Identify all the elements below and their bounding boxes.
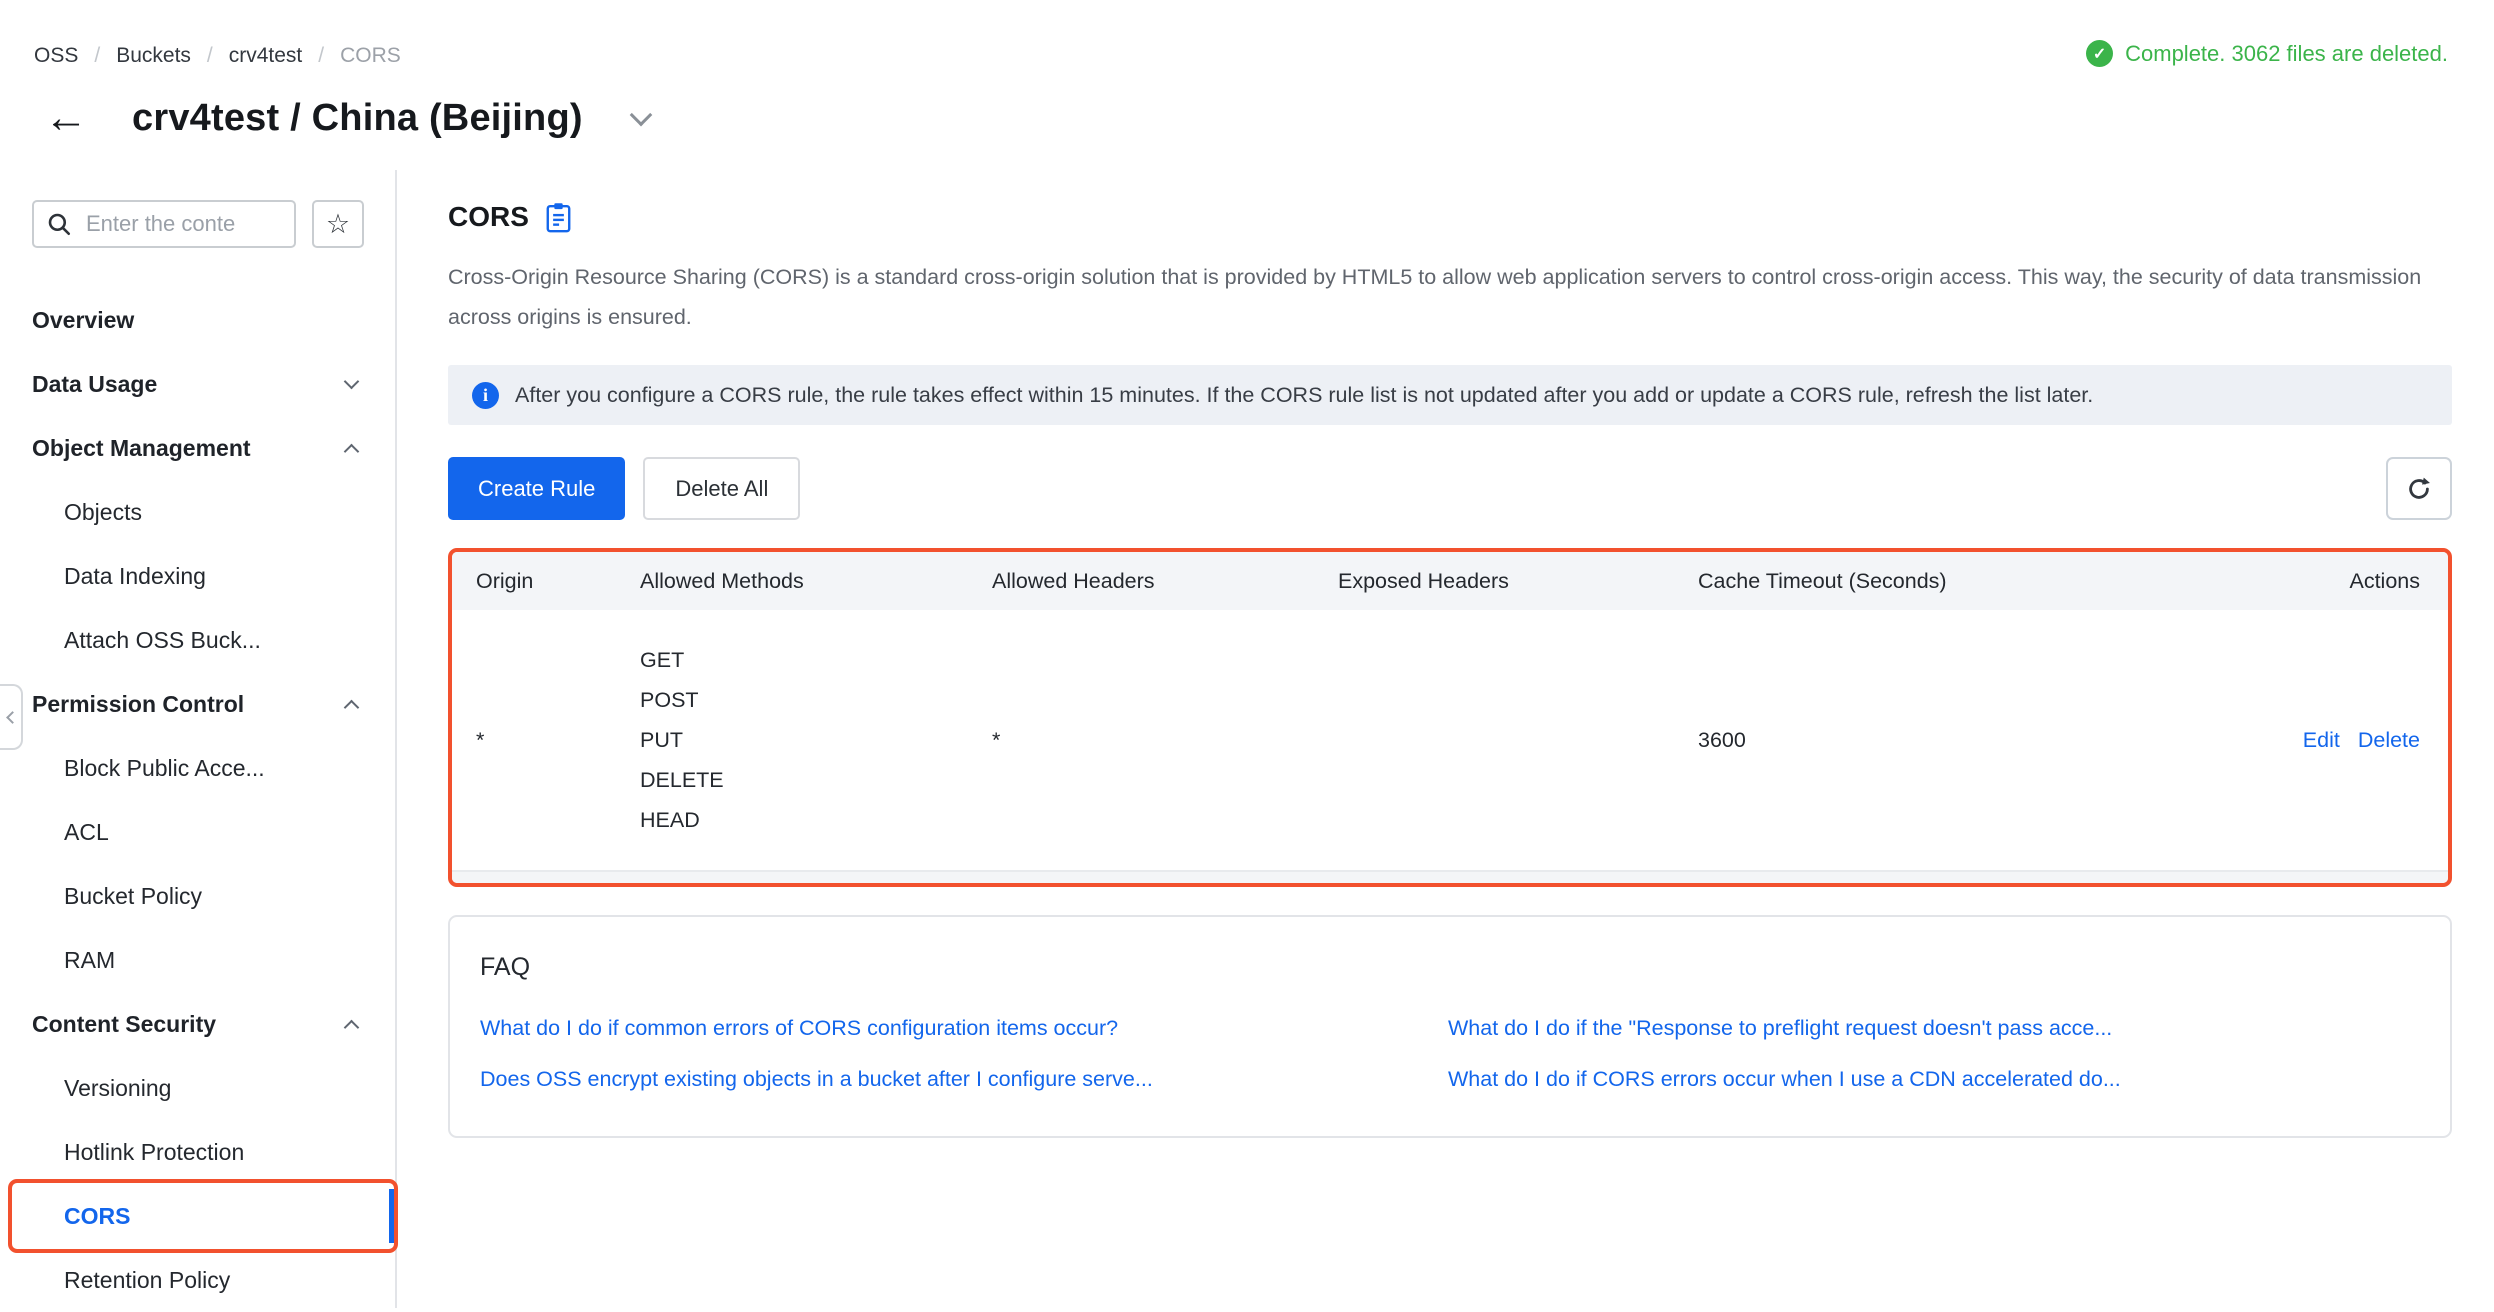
cors-description: Cross-Origin Resource Sharing (CORS) is … (448, 257, 2452, 337)
refresh-icon (2405, 475, 2433, 503)
faq-link-preflight-request[interactable]: What do I do if the "Response to preflig… (1448, 1016, 2420, 1041)
page-title: crv4test / China (Beijing) (132, 97, 583, 140)
sidebar-item-overview[interactable]: Overview (0, 288, 395, 352)
sidebar-item-hotlink-protection[interactable]: Hotlink Protection (0, 1120, 395, 1184)
faq-title: FAQ (480, 953, 2420, 982)
faq-card: FAQ What do I do if common errors of COR… (448, 915, 2452, 1138)
info-icon: i (472, 382, 499, 409)
page-header: ← crv4test / China (Beijing) (44, 96, 649, 140)
sidebar-search (32, 200, 296, 248)
cell-origin: * (452, 728, 640, 753)
cell-allowed-headers: * (992, 728, 1338, 753)
cell-allowed-methods: GET POST PUT DELETE HEAD (640, 640, 992, 840)
sidebar-item-versioning[interactable]: Versioning (0, 1056, 395, 1120)
notice-banner: i After you configure a CORS rule, the r… (448, 365, 2452, 425)
sidebar-item-data-usage[interactable]: Data Usage (0, 352, 395, 416)
chevron-down-icon (344, 373, 360, 389)
column-header-allowed-methods: Allowed Methods (640, 569, 992, 594)
breadcrumb-bucket-name[interactable]: crv4test (229, 44, 303, 68)
sidebar-item-object-management[interactable]: Object Management (0, 416, 395, 480)
sidebar-item-block-public-access[interactable]: Block Public Acce... (0, 736, 395, 800)
sidebar-item-content-security[interactable]: Content Security (0, 992, 395, 1056)
chevron-up-icon (344, 443, 360, 459)
chevron-up-icon (344, 1019, 360, 1035)
delete-link[interactable]: Delete (2358, 728, 2420, 753)
sidebar-collapse-handle[interactable] (0, 684, 23, 750)
sidebar: ☆ Overview Data Usage Object Management … (0, 170, 397, 1308)
refresh-button[interactable] (2386, 457, 2452, 520)
sidebar-item-retention-policy[interactable]: Retention Policy (0, 1248, 395, 1312)
sidebar-menu: Overview Data Usage Object Management Ob… (0, 288, 395, 1312)
active-item-indicator (389, 1189, 394, 1243)
table-row: * GET POST PUT DELETE HEAD * 3600 Edit D… (452, 610, 2448, 870)
favorite-star-button[interactable]: ☆ (312, 200, 364, 248)
back-arrow-icon[interactable]: ← (44, 96, 88, 140)
sidebar-item-ram[interactable]: RAM (0, 928, 395, 992)
sidebar-item-bucket-policy[interactable]: Bucket Policy (0, 864, 395, 928)
sidebar-item-acl[interactable]: ACL (0, 800, 395, 864)
breadcrumb-oss[interactable]: OSS (34, 44, 78, 68)
search-icon (46, 211, 72, 237)
main-content: CORS Cross-Origin Resource Sharing (CORS… (448, 200, 2452, 1138)
faq-link-encrypt-existing-objects[interactable]: Does OSS encrypt existing objects in a b… (480, 1067, 1448, 1092)
chevron-up-icon (344, 699, 360, 715)
cors-heading: CORS (448, 201, 529, 233)
sidebar-item-cors[interactable]: CORS (0, 1184, 395, 1248)
cors-rules-table: Origin Allowed Methods Allowed Headers E… (448, 548, 2452, 887)
sidebar-item-attach-oss-bucket[interactable]: Attach OSS Buck... (0, 608, 395, 672)
breadcrumb-separator: / (318, 44, 324, 68)
faq-link-cdn-accelerated[interactable]: What do I do if CORS errors occur when I… (1448, 1067, 2420, 1092)
table-footer-strip (452, 870, 2448, 883)
breadcrumb-buckets[interactable]: Buckets (116, 44, 191, 68)
column-header-actions: Actions (2178, 569, 2448, 594)
sidebar-item-objects[interactable]: Objects (0, 480, 395, 544)
chevron-left-icon (6, 711, 19, 724)
column-header-exposed-headers: Exposed Headers (1338, 569, 1698, 594)
check-circle-icon: ✓ (2086, 40, 2113, 67)
breadcrumb-separator: / (94, 44, 100, 68)
column-header-cache-timeout: Cache Timeout (Seconds) (1698, 569, 2178, 594)
breadcrumb-current-page: CORS (340, 44, 401, 68)
table-header-row: Origin Allowed Methods Allowed Headers E… (452, 552, 2448, 610)
sidebar-item-permission-control[interactable]: Permission Control (0, 672, 395, 736)
column-header-allowed-headers: Allowed Headers (992, 569, 1338, 594)
status-text: Complete. 3062 files are deleted. (2125, 41, 2448, 67)
create-rule-button[interactable]: Create Rule (448, 457, 625, 520)
edit-link[interactable]: Edit (2303, 728, 2340, 753)
notice-text: After you configure a CORS rule, the rul… (515, 383, 2093, 408)
column-header-origin: Origin (452, 569, 640, 594)
delete-all-button[interactable]: Delete All (643, 457, 800, 520)
breadcrumb: OSS / Buckets / crv4test / CORS (34, 44, 401, 68)
status-banner: ✓ Complete. 3062 files are deleted. (2086, 40, 2448, 67)
chevron-down-icon[interactable] (629, 104, 652, 127)
breadcrumb-separator: / (207, 44, 213, 68)
cell-cache-timeout: 3600 (1698, 728, 2178, 753)
faq-link-common-errors[interactable]: What do I do if common errors of CORS co… (480, 1016, 1448, 1041)
documentation-clipboard-icon[interactable] (545, 202, 572, 233)
sidebar-item-data-indexing[interactable]: Data Indexing (0, 544, 395, 608)
